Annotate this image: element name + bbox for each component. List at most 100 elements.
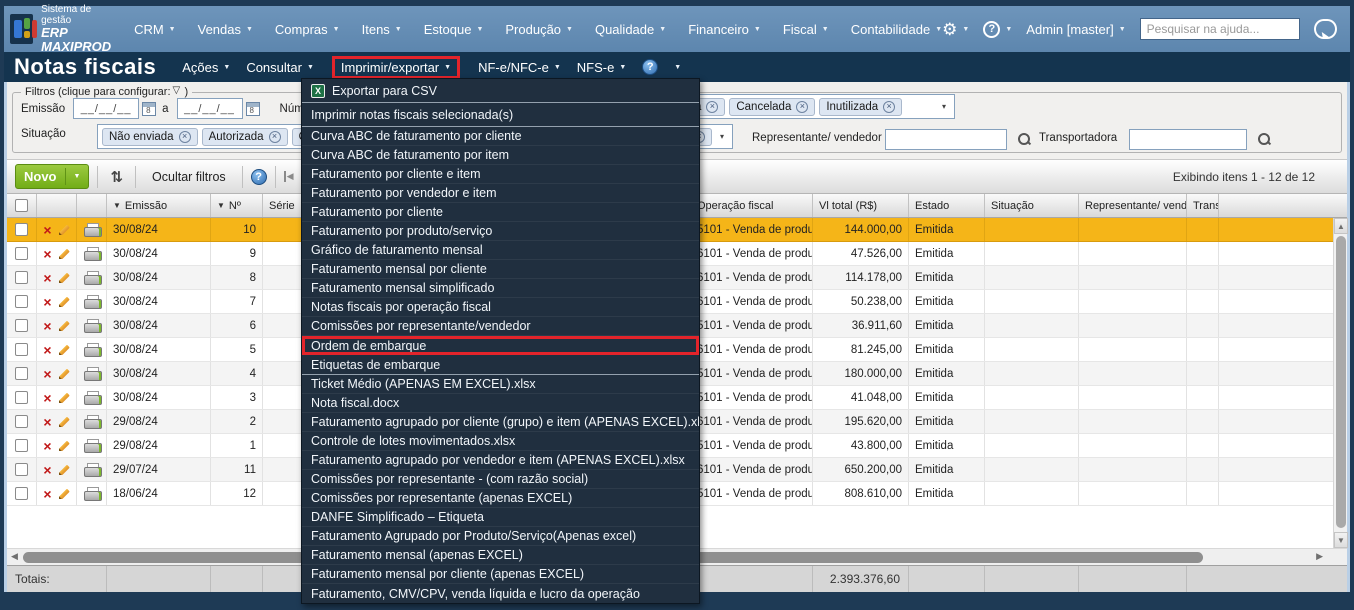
menu-item-faturamento-por-cliente-e-item[interactable]: Faturamento por cliente e item	[302, 165, 699, 184]
menu-item-danfe-simplificado-etiqueta[interactable]: DANFE Simplificado – Etiqueta	[302, 508, 699, 527]
estado-tag[interactable]: Cancelada ×	[729, 97, 816, 116]
delete-icon[interactable]: ×	[43, 247, 51, 261]
edit-icon[interactable]	[57, 319, 70, 332]
remove-tag-icon[interactable]: ×	[706, 100, 719, 113]
menu-item-comiss-es-por-representante-vendedor[interactable]: Comissões por representante/vendedor	[302, 317, 699, 336]
remove-tag-icon[interactable]: ×	[883, 100, 896, 113]
topbar-menu-vendas[interactable]: Vendas ▼	[198, 22, 253, 37]
edit-icon[interactable]	[57, 223, 70, 236]
print-icon[interactable]	[83, 342, 102, 357]
print-icon[interactable]	[83, 390, 102, 405]
delete-icon[interactable]: ×	[43, 319, 51, 333]
print-icon[interactable]	[83, 294, 102, 309]
print-icon[interactable]	[83, 270, 102, 285]
menu-item-faturamento-por-vendedor-e-item[interactable]: Faturamento por vendedor e item	[302, 184, 699, 203]
header-situacao[interactable]: Situação	[985, 194, 1079, 217]
menu-item-exportar-para-csv[interactable]: X Exportar para CSV	[302, 79, 699, 102]
scroll-left-icon[interactable]: ◀	[11, 551, 18, 562]
print-icon[interactable]	[83, 246, 102, 261]
edit-icon[interactable]	[57, 463, 70, 476]
row-checkbox[interactable]	[15, 487, 28, 500]
edit-icon[interactable]	[57, 247, 70, 260]
menu-item-etiquetas-de-embarque[interactable]: Etiquetas de embarque	[302, 355, 699, 374]
row-checkbox[interactable]	[15, 367, 28, 380]
estado-tag[interactable]: Inutilizada ×	[819, 97, 903, 116]
print-icon[interactable]	[83, 462, 102, 477]
menu-nfse[interactable]: NFS-e ▼	[577, 60, 627, 75]
row-checkbox[interactable]	[15, 391, 28, 404]
print-icon[interactable]	[83, 414, 102, 429]
menu-item-faturamento-mensal-apenas-excel[interactable]: Faturamento mensal (apenas EXCEL)	[302, 546, 699, 565]
print-icon[interactable]	[83, 486, 102, 501]
titlebar-extra-menu[interactable]: ▼	[674, 64, 681, 71]
print-icon[interactable]	[83, 318, 102, 333]
topbar-menu-crm[interactable]: CRM ▼	[134, 22, 176, 37]
emissao-from-input[interactable]	[73, 98, 140, 119]
topbar-menu-admin[interactable]: Admin [master] ▼	[1026, 22, 1125, 37]
menu-item-curva-abc-de-faturamento-por-item[interactable]: Curva ABC de faturamento por item	[302, 146, 699, 165]
search-icon[interactable]	[1257, 132, 1271, 146]
menu-item-faturamento-agrupado-por-cliente-grupo-e-item-apenas-excel-xlsx[interactable]: Faturamento agrupado por cliente (grupo)…	[302, 413, 699, 432]
menu-item-curva-abc-de-faturamento-por-cliente[interactable]: Curva ABC de faturamento por cliente	[302, 127, 699, 146]
menu-item-faturamento-mensal-por-cliente-apenas-excel[interactable]: Faturamento mensal por cliente (apenas E…	[302, 565, 699, 584]
header-emissao[interactable]: ▼ Emissão	[107, 194, 211, 217]
topbar-menu-fiscal[interactable]: Fiscal ▼	[783, 22, 829, 37]
calendar-icon[interactable]	[245, 101, 260, 116]
select-all-checkbox[interactable]	[15, 199, 28, 212]
chevron-down-icon[interactable]: ▾	[938, 102, 950, 111]
menu-item-notas-fiscais-por-opera-o-fiscal[interactable]: Notas fiscais por operação fiscal	[302, 298, 699, 317]
menu-item-ticket-m-dio-apenas-em-excel-xlsx[interactable]: Ticket Médio (APENAS EM EXCEL).xlsx	[302, 375, 699, 394]
titlebar-help[interactable]: ?	[642, 59, 659, 75]
page-first-icon[interactable]: ◀	[283, 171, 294, 182]
edit-icon[interactable]	[57, 487, 70, 500]
row-checkbox[interactable]	[15, 319, 28, 332]
remove-tag-icon[interactable]: ×	[268, 130, 281, 143]
topbar-menu-help[interactable]: ? ▼	[983, 20, 1012, 38]
topbar-menu-qualidade[interactable]: Qualidade ▼	[595, 22, 666, 37]
topbar-menu-financeiro[interactable]: Financeiro ▼	[688, 22, 761, 37]
print-icon[interactable]	[83, 366, 102, 381]
transportadora-input[interactable]	[1129, 129, 1247, 150]
filters-legend[interactable]: Filtros (clique para configurar: )	[21, 85, 192, 99]
menu-item-comiss-es-por-representante-com-raz-o-social[interactable]: Comissões por representante - (com razão…	[302, 470, 699, 489]
emissao-to-input[interactable]	[176, 98, 243, 119]
vertical-scrollbar[interactable]: ▲ ▼	[1333, 218, 1348, 548]
menu-consultar[interactable]: Consultar ▼	[246, 60, 314, 75]
topbar-menu-compras[interactable]: Compras ▼	[275, 22, 340, 37]
row-checkbox[interactable]	[15, 415, 28, 428]
situacao-tag[interactable]: Não enviada ×	[102, 127, 198, 146]
delete-icon[interactable]: ×	[43, 439, 51, 453]
delete-icon[interactable]: ×	[43, 391, 51, 405]
menu-item-faturamento-por-cliente[interactable]: Faturamento por cliente	[302, 203, 699, 222]
menu-item-controle-de-lotes-movimentados-xlsx[interactable]: Controle de lotes movimentados.xlsx	[302, 432, 699, 451]
topbar-menu-contabilidade[interactable]: Contabilidade ▼	[851, 22, 942, 37]
edit-icon[interactable]	[57, 367, 70, 380]
delete-icon[interactable]: ×	[43, 223, 51, 237]
menu-item-faturamento-cmv-cpv-venda-l-quida-e-lucro-da-opera-o[interactable]: Faturamento, CMV/CPV, venda líquida e lu…	[302, 584, 699, 603]
chat-icon[interactable]	[1313, 19, 1337, 39]
header-estado[interactable]: Estado	[909, 194, 985, 217]
row-checkbox[interactable]	[15, 343, 28, 356]
row-checkbox[interactable]	[15, 295, 28, 308]
menu-item-imprimir-notas-fiscais-selecionada-s[interactable]: Imprimir notas fiscais selecionada(s)	[302, 103, 699, 126]
ocultar-filtros-button[interactable]: Ocultar filtros	[144, 167, 234, 187]
delete-icon[interactable]: ×	[43, 367, 51, 381]
menu-item-faturamento-mensal-simplificado[interactable]: Faturamento mensal simplificado	[302, 279, 699, 298]
header-vl-total[interactable]: Vl total (R$)	[813, 194, 909, 217]
novo-button[interactable]: Novo ▼	[15, 164, 90, 189]
row-checkbox[interactable]	[15, 439, 28, 452]
scroll-down-icon[interactable]: ▼	[1334, 532, 1348, 548]
row-checkbox[interactable]	[15, 223, 28, 236]
delete-icon[interactable]: ×	[43, 343, 51, 357]
menu-nfe-nfce[interactable]: NF-e/NFC-e ▼	[478, 60, 561, 75]
delete-icon[interactable]: ×	[43, 487, 51, 501]
menu-imprimir-exportar[interactable]: Imprimir/exportar ▼	[331, 55, 461, 79]
refresh-icon[interactable]: ⇅	[106, 168, 127, 186]
representante-input[interactable]	[885, 129, 1007, 150]
help-icon[interactable]: ?	[250, 168, 267, 185]
edit-icon[interactable]	[57, 415, 70, 428]
topbar-menu-produção[interactable]: Produção ▼	[505, 22, 573, 37]
menu-item-ordem-de-embarque[interactable]: Ordem de embarque	[302, 336, 699, 355]
help-search-input[interactable]	[1139, 18, 1300, 40]
header-numero[interactable]: ▼ Nº	[211, 194, 263, 217]
